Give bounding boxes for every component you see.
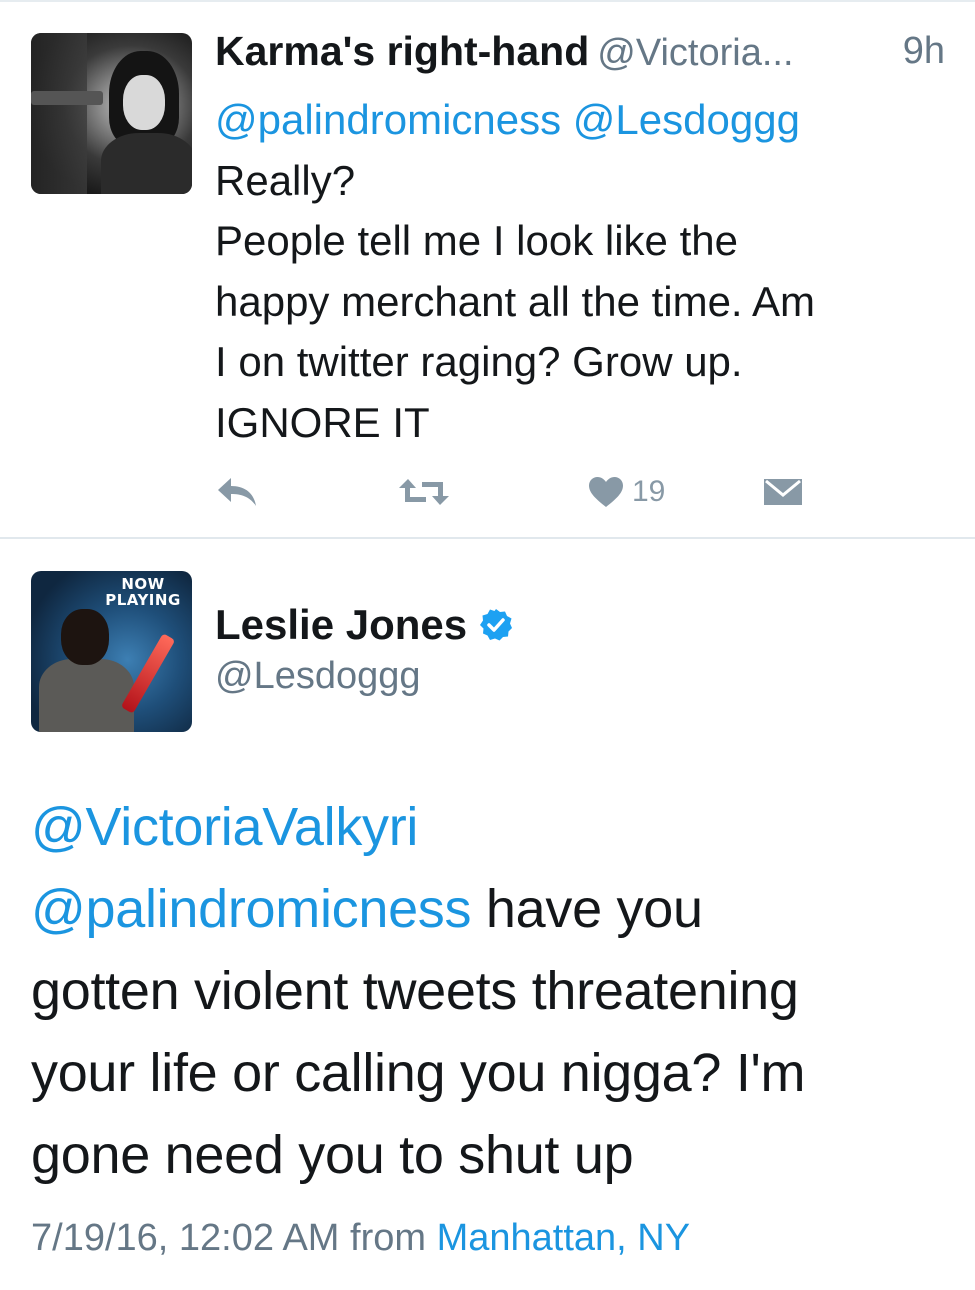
display-name[interactable]: Karma's right-hand [215, 28, 589, 74]
mention-link[interactable]: @VictoriaValkyri [31, 797, 418, 857]
text-line: Really? [215, 156, 356, 204]
text-line: People tell me I look like the [215, 217, 738, 264]
avatar[interactable]: NOW PLAYING [31, 571, 192, 732]
text-line: gotten violent tweets threatening [31, 961, 799, 1021]
mentions-line: @palindromicness @Lesdoggg [215, 90, 945, 151]
reply-button[interactable] [215, 468, 259, 516]
like-button[interactable]: 19 [588, 468, 665, 516]
like-count: 19 [632, 475, 666, 508]
text-line: IGNORE IT [215, 398, 430, 446]
avatar[interactable] [31, 33, 192, 194]
now-playing-badge: NOW PLAYING [105, 575, 181, 609]
reply-icon [218, 478, 256, 506]
direct-message-button[interactable] [763, 468, 803, 516]
user-handle[interactable]: @Victoria... [597, 32, 793, 74]
tweet-divider [0, 537, 975, 539]
retweet-button[interactable] [398, 468, 450, 516]
display-name[interactable]: Leslie Jones [215, 601, 467, 649]
text-line: I on twitter raging? Grow up. [215, 338, 743, 385]
text-line: your life or calling you nigga? I'm [31, 1043, 806, 1103]
retweet-icon [399, 479, 449, 505]
tweet-actions: 19 [215, 468, 815, 516]
tweet-text: @palindromicness @Lesdoggg Really? Peopl… [215, 90, 945, 453]
tweet-text: @VictoriaValkyri @palindromicness have y… [31, 786, 951, 1196]
text-line: gone need you to shut up [31, 1125, 634, 1185]
tweet-header: Karma's right-hand @Victoria... 9h [215, 28, 945, 80]
mention-link[interactable]: @palindromicness [215, 96, 561, 143]
text-line: @palindromicness have you [31, 868, 951, 950]
user-handle[interactable]: @Lesdoggg [215, 655, 421, 698]
verified-badge-icon [480, 609, 513, 641]
text-line: happy merchant all the time. Am [215, 277, 815, 325]
tweet-metadata: 7/19/16, 12:02 AM from Manhattan, NY [31, 1217, 690, 1260]
message-icon [764, 479, 802, 505]
tweet-time: 9h [902, 30, 945, 72]
mention-link[interactable]: @Lesdoggg [573, 96, 800, 143]
author-name-row: Leslie Jones [215, 598, 513, 652]
heart-icon [589, 477, 623, 507]
timestamp: 7/19/16, 12:02 AM from [31, 1217, 437, 1259]
text-fragment: have you [471, 879, 703, 939]
location-link[interactable]: Manhattan, NY [437, 1217, 690, 1259]
mentions-line: @VictoriaValkyri [31, 786, 951, 868]
tweet-reply[interactable]: Karma's right-hand @Victoria... 9h @palin… [0, 0, 975, 538]
mention-link[interactable]: @palindromicness [31, 879, 472, 939]
